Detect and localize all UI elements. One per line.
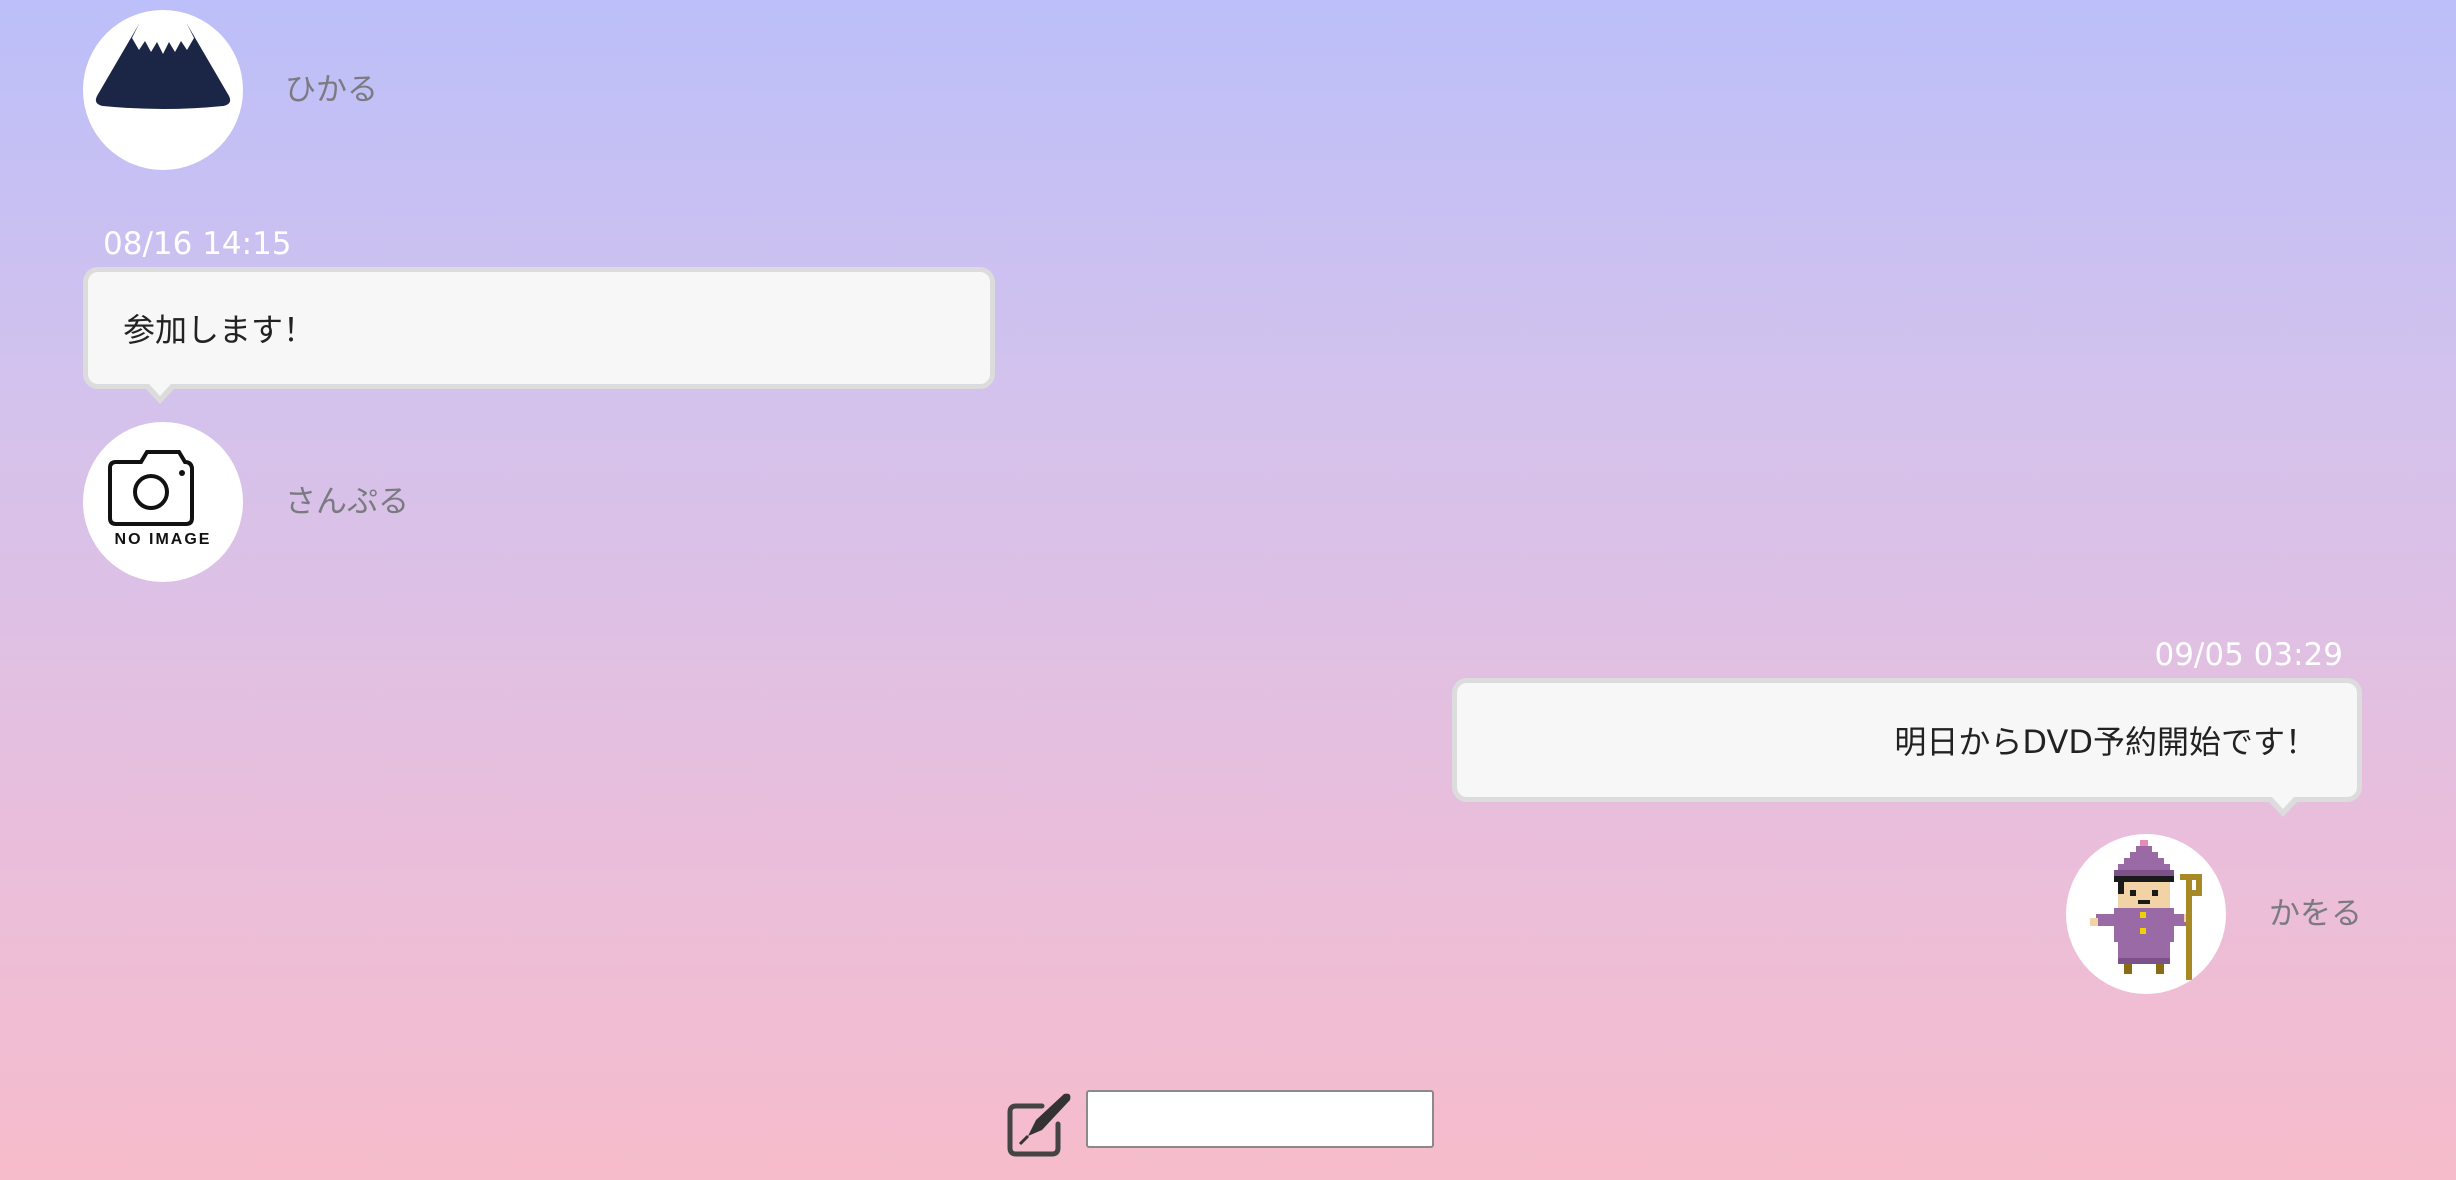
user-avatar-sample[interactable]: NO IMAGE: [83, 422, 243, 582]
bubble-tail: [2266, 797, 2300, 817]
camera-no-image-icon: NO IMAGE: [108, 450, 212, 548]
message-text: 明日からDVD予約開始です！: [1894, 723, 2317, 761]
message-bubble: 明日からDVD予約開始です！: [1452, 678, 2362, 802]
username-label: ひかる: [285, 72, 378, 108]
no-image-caption: NO IMAGE: [115, 531, 212, 548]
mount-fuji-icon: [95, 24, 231, 109]
pixel-wizard-icon: [2090, 840, 2202, 980]
message-timestamp: 08/16 14:15: [103, 226, 292, 262]
message-bubble: 参加します！: [83, 267, 995, 389]
username-label: さんぷる: [285, 484, 409, 520]
username-label: かをる: [2269, 896, 2362, 932]
message-timestamp: 09/05 03:29: [2154, 637, 2343, 673]
user-avatar-kaworu[interactable]: [2066, 834, 2226, 994]
message-input[interactable]: [1086, 1090, 1434, 1148]
message-text: 参加します！: [123, 311, 316, 349]
bubble-tail: [143, 384, 177, 404]
user-avatar-hikaru[interactable]: [83, 10, 243, 170]
compose-pen-icon[interactable]: [1006, 1090, 1074, 1158]
